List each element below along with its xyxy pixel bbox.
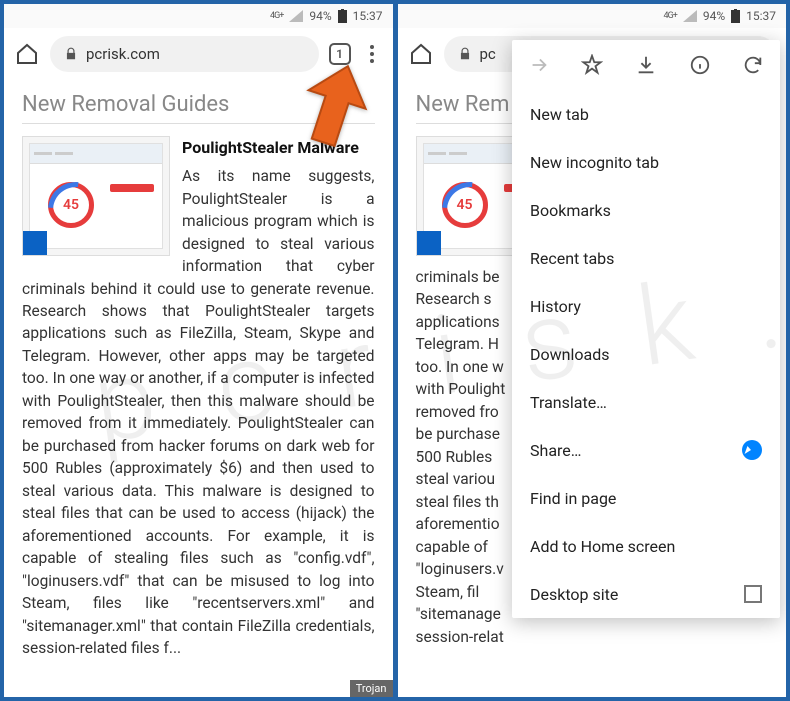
clock: 15:37 bbox=[353, 9, 383, 23]
home-button[interactable] bbox=[408, 41, 434, 67]
menu-recent-tabs[interactable]: Recent tabs bbox=[512, 234, 780, 282]
blue-square bbox=[417, 231, 441, 255]
messenger-icon bbox=[742, 440, 762, 460]
category-tag: Trojan bbox=[350, 680, 393, 697]
menu-button[interactable] bbox=[361, 45, 383, 63]
overflow-menu: New tab New incognito tab Bookmarks Rece… bbox=[512, 40, 780, 618]
signal-icon bbox=[289, 10, 303, 22]
home-icon bbox=[409, 42, 433, 66]
menu-share[interactable]: Share… bbox=[512, 426, 780, 474]
phone-right: 4G+ 94% 15:37 pc New Rem 45 crimina bbox=[398, 4, 787, 697]
menu-desktop-site[interactable]: Desktop site bbox=[512, 570, 780, 618]
menu-downloads[interactable]: Downloads bbox=[512, 330, 780, 378]
lock-icon bbox=[64, 47, 78, 61]
tabs-button[interactable]: 1 bbox=[329, 43, 351, 65]
reload-icon[interactable] bbox=[742, 54, 764, 76]
status-bar: 4G+ 94% 15:37 bbox=[398, 4, 787, 28]
battery-percent: 94% bbox=[309, 9, 331, 23]
download-icon[interactable] bbox=[635, 54, 657, 76]
info-icon[interactable] bbox=[689, 54, 711, 76]
menu-bookmarks[interactable]: Bookmarks bbox=[512, 186, 780, 234]
signal-icon bbox=[683, 10, 697, 22]
menu-history[interactable]: History bbox=[512, 282, 780, 330]
checkbox-icon[interactable] bbox=[744, 585, 762, 603]
battery-icon bbox=[338, 9, 347, 23]
network-indicator: 4G+ bbox=[270, 11, 283, 21]
menu-new-tab[interactable]: New tab bbox=[512, 90, 780, 138]
clock: 15:37 bbox=[746, 9, 776, 23]
gauge-icon: 45 bbox=[48, 182, 94, 228]
menu-incognito[interactable]: New incognito tab bbox=[512, 138, 780, 186]
menu-add-home[interactable]: Add to Home screen bbox=[512, 522, 780, 570]
lock-icon bbox=[458, 47, 472, 61]
menu-translate[interactable]: Translate… bbox=[512, 378, 780, 426]
phone-left: 4G+ 94% 15:37 pcrisk.com 1 New Removal G… bbox=[4, 4, 393, 697]
forward-icon[interactable] bbox=[528, 54, 550, 76]
toolbar: pcrisk.com 1 bbox=[4, 28, 393, 80]
star-icon[interactable] bbox=[581, 54, 603, 76]
menu-top-row bbox=[512, 40, 780, 90]
home-icon bbox=[15, 42, 39, 66]
article: 45 PoulightStealer Malware As its name s… bbox=[22, 136, 375, 660]
home-button[interactable] bbox=[14, 41, 40, 67]
menu-find[interactable]: Find in page bbox=[512, 474, 780, 522]
network-indicator: 4G+ bbox=[664, 11, 677, 21]
gauge-icon: 45 bbox=[442, 182, 488, 228]
address-bar[interactable]: pcrisk.com bbox=[50, 36, 319, 72]
url-text: pcrisk.com bbox=[86, 45, 160, 63]
page-heading: New Removal Guides bbox=[22, 92, 375, 124]
battery-percent: 94% bbox=[703, 9, 725, 23]
page-content: New Removal Guides 45 PoulightStealer Ma… bbox=[4, 80, 393, 672]
blue-square bbox=[23, 231, 47, 255]
url-text: pc bbox=[480, 45, 496, 63]
red-bar bbox=[110, 184, 154, 192]
status-bar: 4G+ 94% 15:37 bbox=[4, 4, 393, 28]
article-thumbnail[interactable]: 45 bbox=[22, 136, 170, 256]
battery-icon bbox=[731, 9, 740, 23]
